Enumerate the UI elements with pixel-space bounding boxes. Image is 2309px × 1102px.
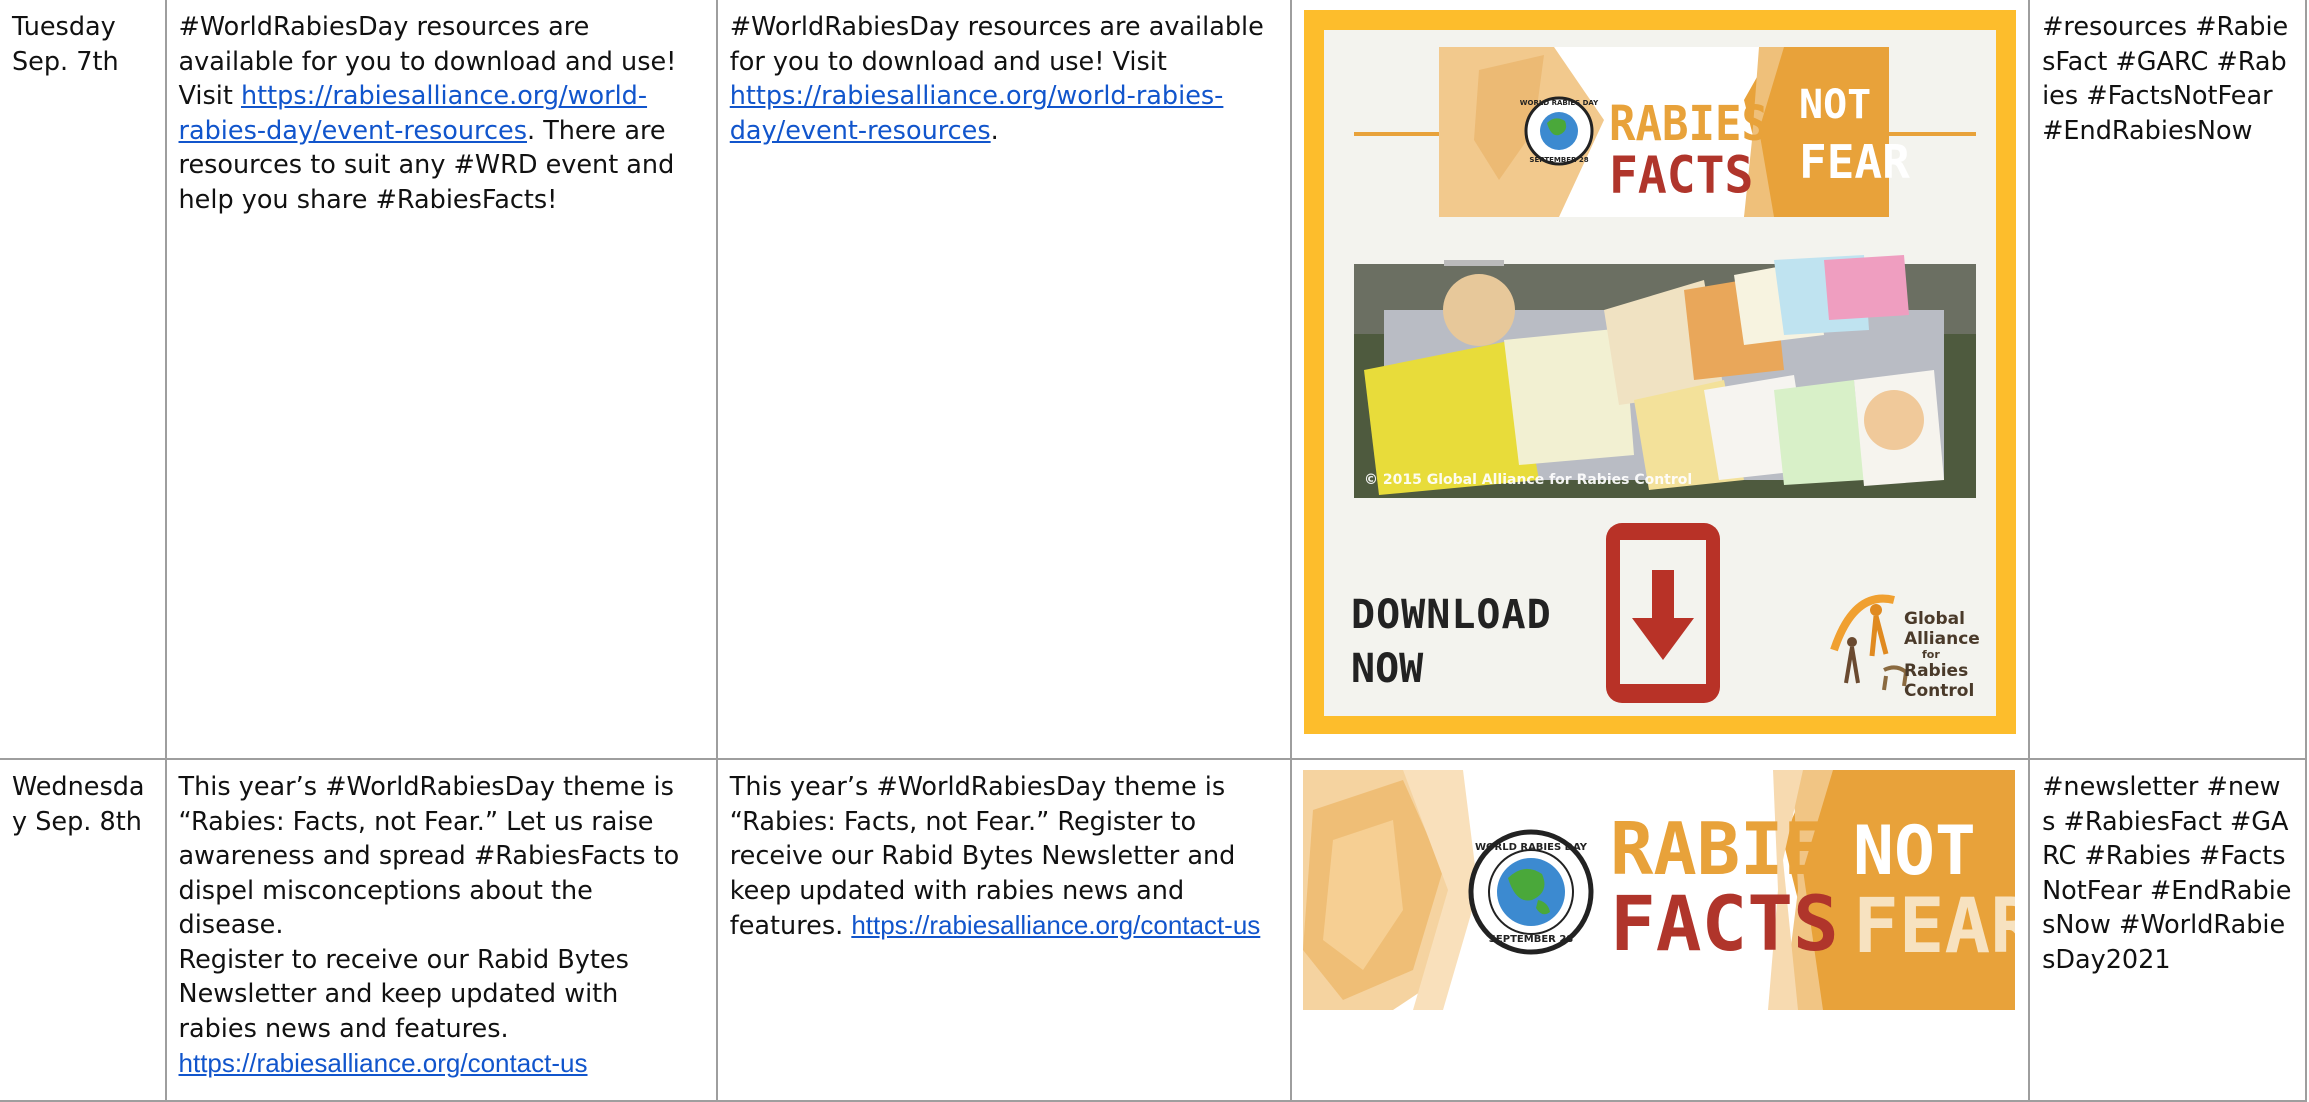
post-text-after: . xyxy=(990,115,999,146)
download-text: DOWNLOAD xyxy=(1351,592,1552,638)
date-text: Tuesday Sep. 7th xyxy=(12,12,119,77)
date-text: Wednesday Sep. 8th xyxy=(12,772,145,837)
garc-text-3: for xyxy=(1922,648,1940,661)
post-text: This year’s #WorldRabiesDay theme is “Ra… xyxy=(178,772,680,940)
post-cell-short: #WorldRabiesDay resources are available … xyxy=(715,0,1293,760)
event-resources-link[interactable]: https://rabiesalliance.org/world-rabies-… xyxy=(730,81,1224,146)
download-graphic-svg: WORLD RABIES DAY SEPTEMBER 28 RABIES: FA… xyxy=(1304,10,2017,734)
garc-text-2: Alliance xyxy=(1904,629,1980,649)
garc-text-5: Control xyxy=(1904,681,1974,701)
content-calendar-table: Tuesday Sep. 7th #WorldRabiesDay resourc… xyxy=(0,0,2307,1102)
seal-bottom-text: SEPTEMBER 28 xyxy=(1489,934,1574,945)
garc-text-1: Global xyxy=(1904,609,1965,629)
garc-text-4: Rabies xyxy=(1904,661,1968,681)
post-text: #WorldRabiesDay resources are available … xyxy=(729,12,1264,77)
fear-text: FEAR xyxy=(1853,881,2015,970)
fear-text: FEAR xyxy=(1799,135,1910,189)
now-text: NOW xyxy=(1351,646,1424,692)
table-row: Tuesday Sep. 7th #WorldRabiesDay resourc… xyxy=(0,0,2307,760)
seal-bottom-text: SEPTEMBER 28 xyxy=(1529,156,1588,164)
image-cell: WORLD RABIES DAY SEPTEMBER 28 RABIES: FA… xyxy=(1290,0,2031,760)
rabies-text: RABIES: xyxy=(1609,95,1794,152)
seal-top-text: WORLD RABIES DAY xyxy=(1475,842,1588,853)
banner-svg: WORLD RABIES DAY SEPTEMBER 28 RABIES: FA… xyxy=(1303,770,2016,1070)
download-resources-graphic: WORLD RABIES DAY SEPTEMBER 28 RABIES: FA… xyxy=(1304,10,2017,734)
rabies-facts-banner: WORLD RABIES DAY SEPTEMBER 28 RABIES: FA… xyxy=(1303,770,2016,1070)
contact-us-link[interactable]: https://rabiesalliance.org/contact-us xyxy=(179,1048,588,1078)
hashtags-text: #resources #RabiesFact #GARC #Rabies #Fa… xyxy=(2042,12,2289,146)
seal-top-text: WORLD RABIES DAY xyxy=(1520,99,1599,107)
facts-text: FACTS xyxy=(1609,146,1753,205)
hashtags-text: #newsletter #news #RabiesFact #GARC #Rab… xyxy=(2042,772,2292,975)
hashtags-cell: #resources #RabiesFact #GARC #Rabies #Fa… xyxy=(2028,0,2307,760)
facts-text: FACTS xyxy=(1610,879,1839,968)
date-cell: Tuesday Sep. 7th xyxy=(0,0,167,760)
post-text-2: Register to receive our Rabid Bytes News… xyxy=(178,944,629,1044)
resources-photo: © 2015 Global Alliance for Rabies Contro… xyxy=(1354,255,1977,498)
download-icon[interactable] xyxy=(1606,523,1721,703)
not-text: NOT xyxy=(1853,812,1976,891)
photo-copyright: © 2015 Global Alliance for Rabies Contro… xyxy=(1364,472,1692,488)
contact-us-link[interactable]: https://rabiesalliance.org/contact-us xyxy=(851,910,1260,940)
post-cell: #WorldRabiesDay resources are available … xyxy=(164,0,718,760)
not-text: NOT xyxy=(1799,82,1871,128)
